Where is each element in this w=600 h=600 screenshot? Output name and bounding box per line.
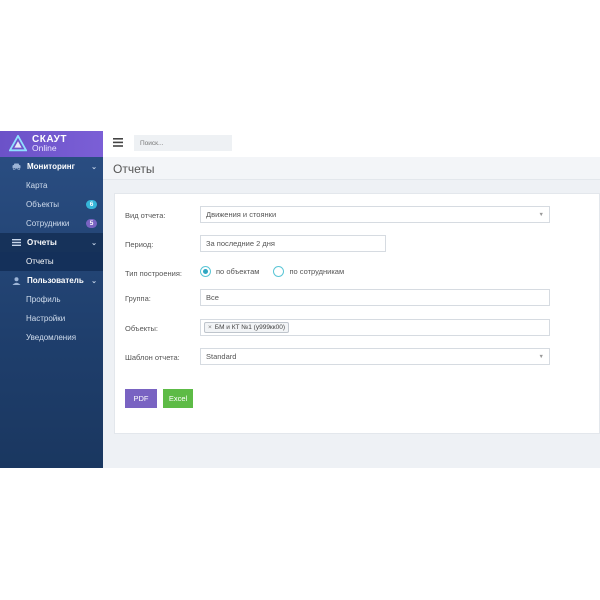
sidebar-item-label: Профиль (26, 295, 61, 304)
caret-down-icon: ▼ (538, 212, 544, 218)
sidebar-item-settings[interactable]: Настройки (0, 309, 103, 328)
excel-button[interactable]: Excel (163, 389, 193, 408)
sidebar-item-profile[interactable]: Профиль (0, 290, 103, 309)
selected-object-tag[interactable]: × БМ и КТ №1 (у999кк00) (204, 322, 290, 333)
content-footer (103, 434, 600, 468)
objects-multiselect[interactable]: × БМ и КТ №1 (у999кк00) (200, 319, 550, 336)
sidebar-section-user[interactable]: Пользователь ⌄ (0, 271, 103, 290)
period-input[interactable]: За последние 2 дня (200, 235, 386, 252)
page-title: Отчеты (113, 162, 155, 176)
sidebar-section-label: Мониторинг (27, 162, 75, 171)
sidebar-item-notifications[interactable]: Уведомления (0, 328, 103, 347)
user-icon (11, 276, 21, 285)
objects-count-badge: 6 (86, 200, 97, 209)
template-row: Шаблон отчета: Standard ▼ (115, 348, 599, 366)
logo-subtitle: Online (32, 143, 57, 153)
radio-by-employees[interactable] (273, 266, 285, 277)
report-type-row: Вид отчета: Движения и стоянки ▼ (115, 206, 599, 224)
logo[interactable]: СКАУТ Online (0, 131, 103, 157)
period-value: За последние 2 дня (206, 239, 275, 248)
period-label: Период: (125, 240, 154, 249)
sidebar-item-reports[interactable]: Отчеты (0, 252, 103, 271)
objects-label: Объекты: (125, 324, 159, 333)
sidebar-item-label: Отчеты (26, 257, 54, 266)
top-bar (103, 131, 600, 157)
chevron-down-icon: ⌄ (91, 239, 97, 247)
chevron-down-icon: ⌄ (91, 163, 97, 171)
sidebar-item-label: Сотрудники (26, 219, 70, 228)
period-row: Период: За последние 2 дня (115, 235, 599, 253)
report-type-label: Вид отчета: (125, 211, 166, 220)
sidebar-item-label: Карта (26, 181, 48, 190)
app-window: СКАУТ Online Мониторинг ⌄ Карта Объекты … (0, 131, 600, 468)
report-type-select[interactable]: Движения и стоянки ▼ (200, 206, 550, 223)
template-label: Шаблон отчета: (125, 353, 180, 362)
sidebar-item-label: Уведомления (26, 333, 77, 342)
objects-row: Объекты: × БМ и КТ №1 (у999кк00) (115, 319, 599, 337)
menu-toggle-icon[interactable] (113, 138, 125, 150)
employees-count-badge: 5 (86, 219, 97, 228)
template-select[interactable]: Standard ▼ (200, 348, 550, 365)
group-input[interactable]: Все (200, 289, 550, 306)
build-type-label: Тип построения: (125, 269, 182, 278)
radio-by-employees-label[interactable]: по сотрудникам (289, 267, 344, 276)
build-type-row: Тип построения: по объектам по сотрудник… (115, 264, 599, 282)
sidebar-item-label: Настройки (26, 314, 66, 323)
sidebar-item-map[interactable]: Карта (0, 176, 103, 195)
sidebar-section-monitoring[interactable]: Мониторинг ⌄ (0, 157, 103, 176)
selected-object-label: БМ и КТ №1 (у999кк00) (214, 324, 286, 331)
group-row: Группа: Все (115, 289, 599, 307)
logo-icon (9, 135, 27, 152)
sidebar-section-reports[interactable]: Отчеты ⌄ (0, 233, 103, 252)
list-icon (11, 239, 21, 246)
group-value: Все (206, 293, 219, 302)
report-type-value: Движения и стоянки (206, 210, 277, 219)
build-type-radio-group: по объектам по сотрудникам (200, 266, 358, 277)
sidebar-section-label: Отчеты (27, 238, 57, 247)
pdf-button[interactable]: PDF (125, 389, 157, 408)
sidebar-item-employees[interactable]: Сотрудники 5 (0, 214, 103, 233)
chevron-down-icon: ⌄ (91, 277, 97, 285)
remove-tag-icon[interactable]: × (208, 324, 212, 331)
radio-by-objects[interactable] (200, 266, 211, 277)
sidebar: СКАУТ Online Мониторинг ⌄ Карта Объекты … (0, 131, 103, 468)
template-value: Standard (206, 352, 237, 361)
group-label: Группа: (125, 294, 151, 303)
page-header: Отчеты (103, 157, 600, 180)
sidebar-section-label: Пользователь (27, 276, 84, 285)
report-form-panel: Вид отчета: Движения и стоянки ▼ Период:… (114, 193, 600, 434)
car-icon (11, 163, 21, 170)
caret-down-icon: ▼ (538, 354, 544, 360)
search-input[interactable] (134, 135, 232, 151)
sidebar-item-objects[interactable]: Объекты 6 (0, 195, 103, 214)
sidebar-item-label: Объекты (26, 200, 59, 209)
radio-by-objects-label[interactable]: по объектам (216, 267, 259, 276)
